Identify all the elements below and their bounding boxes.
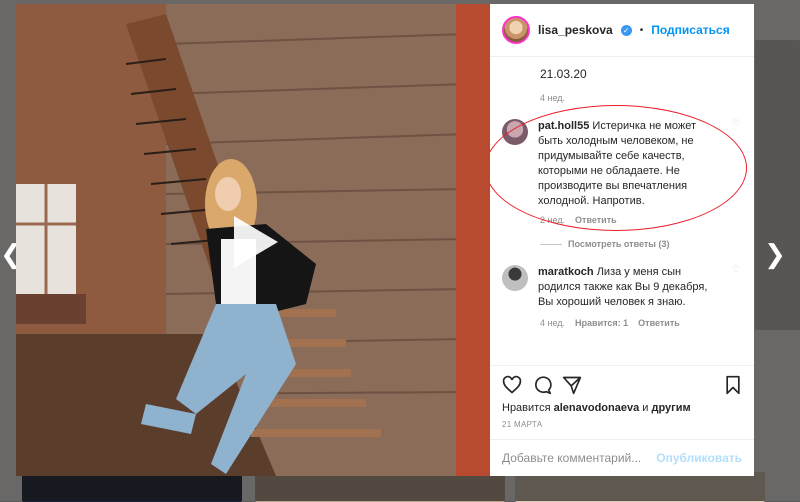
comment-likes[interactable]: Нравится: 1 [575,318,628,328]
play-icon[interactable] [234,216,278,268]
view-replies-button[interactable]: Посмотреть ответы (3) [540,239,742,249]
heart-icon[interactable]: ♡ [732,265,742,310]
likes-prefix: Нравится [502,402,551,414]
view-replies-label: Посмотреть ответы (3) [568,239,670,249]
divider-line [540,243,562,245]
comment-item: maratkoch Лиза у меня сын родился также … [502,265,742,310]
post-header: lisa_peskova ✓ • Подписаться [490,4,754,57]
publish-button[interactable]: Опубликовать [656,451,742,465]
avatar[interactable] [502,16,530,44]
post-date[interactable]: 21 МАРТА [502,420,742,429]
comment-avatar[interactable] [502,265,528,291]
post-modal: lisa_peskova ✓ • Подписаться 21.03.20 4 … [16,4,754,476]
others-link[interactable]: другим [651,402,690,414]
comment-input[interactable]: Добавьте комментарий... [502,451,656,465]
heart-icon[interactable] [502,375,522,395]
comment-text: 21.03.20 [540,67,587,81]
likes-summary: Нравится alenavodonaeva и другим [502,402,742,414]
send-icon[interactable] [562,375,582,395]
comment-body: maratkoch Лиза у меня сын родился также … [538,265,722,310]
comment-form: Добавьте комментарий... Опубликовать [490,439,754,476]
action-icons [502,374,742,396]
username-link[interactable]: lisa_peskova [538,23,613,37]
bookmark-icon[interactable] [724,375,742,395]
liker-link[interactable]: alenavodonaeva [554,402,640,414]
post-actions: Нравится alenavodonaeva и другим 21 МАРТ… [490,365,754,429]
comment-username[interactable]: maratkoch [538,266,594,278]
comment-meta: 4 нед. [540,93,742,103]
chevron-right-icon[interactable]: ❯ [764,240,786,270]
post-sidebar: lisa_peskova ✓ • Подписаться 21.03.20 4 … [490,4,754,476]
verified-badge-icon: ✓ [620,24,632,36]
highlight-annotation-circle [490,105,747,231]
follow-button[interactable]: Подписаться [651,23,729,37]
reply-button[interactable]: Ответить [638,318,680,328]
comment-time[interactable]: 4 нед. [540,93,565,103]
comment-meta: 4 нед. Нравится: 1 Ответить [540,318,742,328]
comment-time[interactable]: 4 нед. [540,318,565,328]
separator-dot: • [639,24,644,36]
post-video[interactable] [16,4,490,476]
likes-and: и [642,402,649,414]
comment-icon[interactable] [532,375,552,395]
comments-list[interactable]: 21.03.20 4 нед. pat.holl55 Истеричка не … [490,57,754,365]
